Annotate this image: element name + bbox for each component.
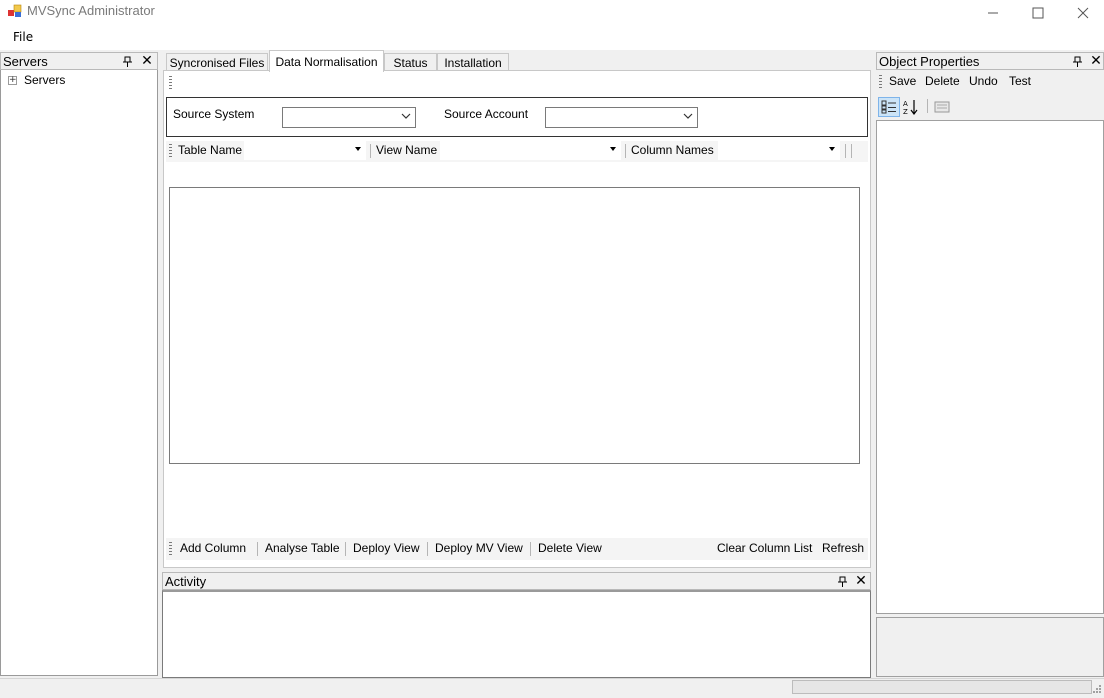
source-system-label: Source System xyxy=(173,107,255,121)
activity-panel-title: Activity xyxy=(165,574,207,589)
resize-grip-icon[interactable] xyxy=(1092,684,1102,694)
clear-column-list-button[interactable]: Clear Column List xyxy=(717,541,812,555)
app-icon xyxy=(8,4,22,17)
sort-az-icon: A Z xyxy=(903,100,918,115)
column-names-label: Column Names xyxy=(631,143,714,157)
object-properties-toolbar: Save Delete Undo Test xyxy=(876,71,1104,93)
chevron-down-icon xyxy=(683,113,693,119)
property-pages-button[interactable] xyxy=(931,97,953,117)
dropdown-arrow-icon xyxy=(355,147,361,151)
refresh-button[interactable]: Refresh xyxy=(822,541,864,555)
source-account-label: Source Account xyxy=(444,107,529,121)
close-icon xyxy=(1077,7,1089,19)
property-grid[interactable] xyxy=(876,120,1104,614)
view-name-label: View Name xyxy=(376,143,438,157)
object-properties-header: Object Properties ✕ xyxy=(876,52,1104,70)
pin-icon[interactable] xyxy=(121,54,133,68)
separator xyxy=(427,542,428,556)
test-button[interactable]: Test xyxy=(1009,74,1031,88)
close-panel-icon[interactable]: ✕ xyxy=(140,53,154,69)
tab-data-normalisation[interactable]: Data Normalisation xyxy=(269,50,384,72)
categorized-icon xyxy=(881,100,896,114)
action-toolbar: Add Column Analyse Table Deploy View Dep… xyxy=(166,538,868,560)
tab-installation[interactable]: Installation xyxy=(437,53,509,71)
alphabetical-view-button[interactable]: A Z xyxy=(900,97,922,117)
separator xyxy=(625,144,626,158)
window-title: MVSync Administrator xyxy=(27,3,155,18)
categorized-view-button[interactable] xyxy=(878,97,900,117)
toolbar-grip[interactable] xyxy=(169,144,172,158)
tab-status[interactable]: Status xyxy=(384,53,437,71)
separator xyxy=(530,542,531,556)
add-column-button[interactable]: Add Column xyxy=(180,541,246,555)
toolbar-grip[interactable] xyxy=(169,76,172,90)
delete-view-button[interactable]: Delete View xyxy=(538,541,602,555)
servers-panel-header: Servers ✕ xyxy=(0,52,158,70)
close-panel-icon[interactable]: ✕ xyxy=(854,573,868,589)
separator xyxy=(927,99,928,113)
separator xyxy=(370,144,371,158)
object-properties-title: Object Properties xyxy=(879,54,980,69)
minimize-button[interactable] xyxy=(970,0,1016,26)
close-window-button[interactable] xyxy=(1060,0,1104,26)
toolbar-grip[interactable] xyxy=(169,542,172,556)
separator xyxy=(345,542,346,556)
maximize-button[interactable] xyxy=(1015,0,1061,26)
activity-panel-header: Activity ✕ xyxy=(162,572,871,590)
maximize-icon xyxy=(1032,7,1044,19)
column-names-select[interactable] xyxy=(718,141,840,160)
source-account-select[interactable] xyxy=(545,107,698,128)
pin-shape xyxy=(1072,56,1082,67)
chevron-down-icon xyxy=(401,113,411,119)
delete-button[interactable]: Delete xyxy=(925,74,960,88)
svg-text:A: A xyxy=(903,100,908,108)
dropdown-arrow-icon xyxy=(829,147,835,151)
tree-node-servers[interactable]: Servers xyxy=(24,73,65,87)
save-button[interactable]: Save xyxy=(889,74,916,88)
analyse-table-button[interactable]: Analyse Table xyxy=(265,541,340,555)
toolbar-grip[interactable] xyxy=(879,75,882,89)
property-description xyxy=(876,617,1104,677)
menu-bar: File xyxy=(0,26,1104,50)
undo-button[interactable]: Undo xyxy=(969,74,998,88)
source-system-select[interactable] xyxy=(282,107,416,128)
activity-log[interactable] xyxy=(162,590,871,678)
column-list-grid[interactable] xyxy=(169,187,860,464)
separator xyxy=(257,542,258,556)
close-panel-icon[interactable]: ✕ xyxy=(1089,53,1103,69)
pin-shape xyxy=(122,56,132,67)
pin-shape xyxy=(837,576,847,587)
deploy-view-button[interactable]: Deploy View xyxy=(353,541,419,555)
title-bar xyxy=(0,0,1104,26)
tab-syncronised-files[interactable]: Syncronised Files xyxy=(166,53,268,71)
property-pages-icon xyxy=(934,101,950,113)
menu-file[interactable]: File xyxy=(13,30,33,44)
pin-icon[interactable] xyxy=(836,574,848,588)
view-name-select[interactable] xyxy=(440,141,621,160)
servers-panel-title: Servers xyxy=(3,54,48,69)
deploy-mv-view-button[interactable]: Deploy MV View xyxy=(435,541,523,555)
separator xyxy=(851,144,852,158)
tree-expand-icon[interactable]: + xyxy=(8,76,17,85)
progress-bar xyxy=(792,680,1092,694)
separator xyxy=(845,144,846,158)
servers-panel xyxy=(0,52,158,676)
table-name-select[interactable] xyxy=(244,141,366,160)
table-name-label: Table Name xyxy=(178,143,243,157)
pin-icon[interactable] xyxy=(1071,54,1083,68)
minimize-icon xyxy=(988,12,998,14)
dropdown-arrow-icon xyxy=(610,147,616,151)
svg-text:Z: Z xyxy=(903,108,908,115)
